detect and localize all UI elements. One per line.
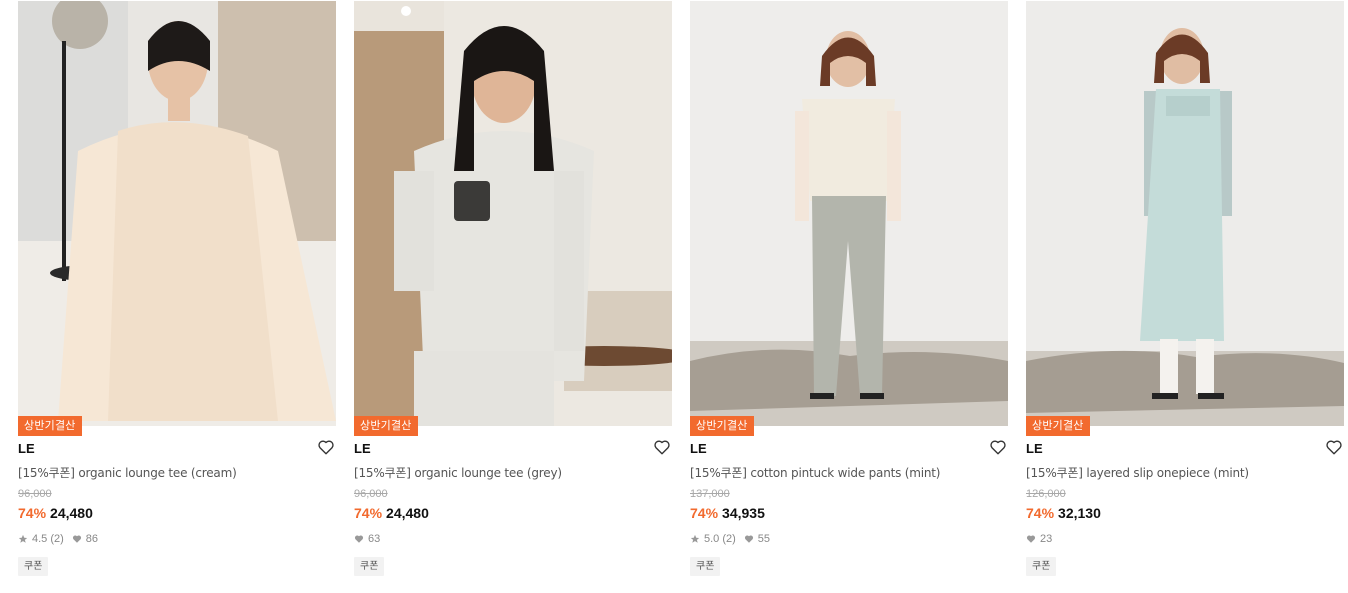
wishlist-heart-icon[interactable]	[1325, 438, 1343, 456]
rating-text: 5.0 (2)	[704, 533, 736, 545]
brand-name[interactable]: LE	[690, 441, 707, 456]
likes-group: 23	[1026, 533, 1052, 545]
original-price: 137,000	[690, 488, 730, 500]
product-photo	[18, 1, 336, 426]
likes-count: 55	[757, 533, 771, 545]
rating-group: 4.5 (2)	[18, 533, 64, 545]
star-icon	[18, 534, 28, 543]
heart-filled-icon	[354, 535, 364, 543]
wishlist-heart-icon[interactable]	[317, 438, 335, 456]
wishlist-heart-icon[interactable]	[989, 438, 1007, 456]
product-title[interactable]: [15%쿠폰] organic lounge tee (cream)	[18, 464, 237, 481]
promo-badge: 상반기결산	[354, 416, 418, 436]
original-price: 126,000	[1026, 488, 1066, 500]
product-photo	[354, 1, 672, 426]
product-photo	[1026, 1, 1344, 426]
product-title[interactable]: [15%쿠폰] layered slip onepiece (mint)	[1026, 464, 1249, 481]
product-card[interactable]: 상반기결산 LE [15%쿠폰] organic lounge tee (cre…	[18, 0, 336, 593]
promo-badge: 상반기결산	[690, 416, 754, 436]
discount-rate: 74%	[354, 505, 383, 521]
original-price: 96,000	[18, 488, 52, 500]
price-row: 74% 24,480	[354, 505, 429, 521]
review-meta: 4.5 (2) 86	[18, 533, 106, 545]
coupon-badge: 쿠폰	[18, 557, 49, 576]
discount-rate: 74%	[690, 505, 719, 521]
product-card[interactable]: 상반기결산 LE [15%쿠폰] cotton pintuck wide pan…	[690, 0, 1008, 593]
discount-rate: 74%	[18, 505, 47, 521]
product-grid: 상반기결산 LE [15%쿠폰] organic lounge tee (cre…	[0, 0, 1348, 593]
price-row: 74% 24,480	[18, 505, 93, 521]
heart-filled-icon	[1026, 535, 1036, 543]
brand-name[interactable]: LE	[18, 441, 35, 456]
product-card[interactable]: 상반기결산 LE [15%쿠폰] organic lounge tee (gre…	[354, 0, 672, 593]
original-price: 96,000	[354, 488, 388, 500]
rating-text: 4.5 (2)	[32, 533, 64, 545]
review-meta: 23	[1026, 533, 1060, 545]
coupon-badge: 쿠폰	[354, 557, 385, 576]
likes-group: 55	[744, 533, 770, 545]
likes-group: 63	[354, 533, 380, 545]
price-row: 74% 32,130	[1026, 505, 1101, 521]
heart-filled-icon	[744, 535, 753, 543]
brand-name[interactable]: LE	[1026, 441, 1043, 456]
promo-badge: 상반기결산	[18, 416, 82, 436]
product-image[interactable]	[1026, 1, 1344, 426]
price-row: 74% 34,935	[690, 505, 765, 521]
brand-name[interactable]: LE	[354, 441, 371, 456]
product-image[interactable]	[18, 1, 336, 426]
heart-filled-icon	[72, 535, 81, 543]
product-image[interactable]	[690, 1, 1008, 426]
coupon-badge: 쿠폰	[1026, 557, 1057, 576]
sale-price: 24,480	[50, 505, 93, 521]
likes-group: 86	[72, 533, 98, 545]
product-card[interactable]: 상반기결산 LE [15%쿠폰] layered slip onepiece (…	[1026, 0, 1344, 593]
review-meta: 63	[354, 533, 388, 545]
product-photo	[690, 1, 1008, 426]
product-image[interactable]	[354, 1, 672, 426]
rating-group: 5.0 (2)	[690, 533, 736, 545]
sale-price: 34,935	[722, 505, 765, 521]
wishlist-heart-icon[interactable]	[653, 438, 671, 456]
likes-count: 23	[1040, 533, 1053, 545]
coupon-badge: 쿠폰	[690, 557, 721, 576]
likes-count: 63	[368, 533, 381, 545]
product-title[interactable]: [15%쿠폰] organic lounge tee (grey)	[354, 464, 562, 481]
sale-price: 32,130	[1058, 505, 1101, 521]
discount-rate: 74%	[1026, 505, 1055, 521]
likes-count: 86	[85, 533, 99, 545]
promo-badge: 상반기결산	[1026, 416, 1090, 436]
product-title[interactable]: [15%쿠폰] cotton pintuck wide pants (mint)	[690, 464, 940, 481]
review-meta: 5.0 (2) 55	[690, 533, 778, 545]
star-icon	[690, 534, 700, 543]
sale-price: 24,480	[386, 505, 429, 521]
